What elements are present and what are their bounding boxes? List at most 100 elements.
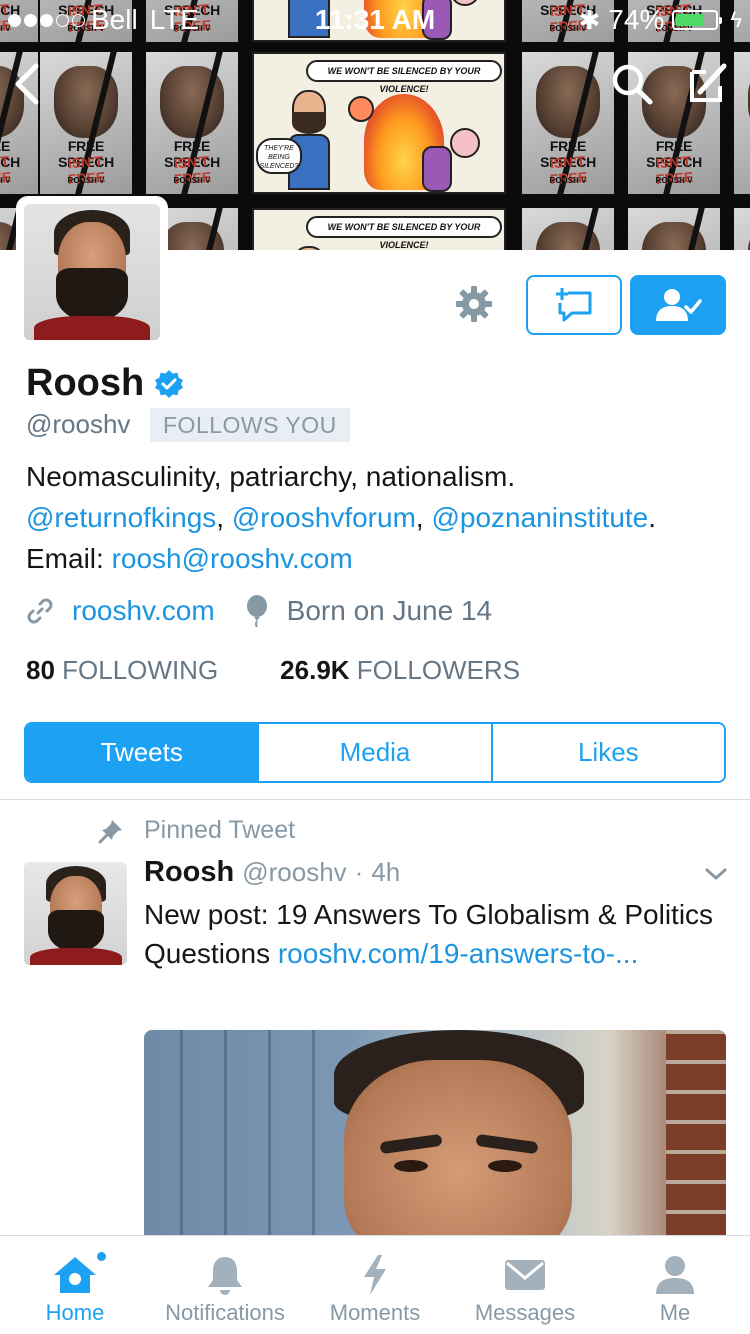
follows-you-badge: FOLLOWS YOU: [150, 408, 350, 442]
email-link[interactable]: roosh@rooshv.com: [112, 543, 353, 574]
person-check-icon: [656, 289, 702, 321]
comic-speech-bubble: THEY'RE BEING SILENCED?: [256, 138, 302, 174]
compose-icon: [690, 63, 727, 102]
envelope-icon: [505, 1260, 545, 1290]
tab-likes[interactable]: Likes: [492, 724, 724, 781]
tabbar-moments[interactable]: Moments: [300, 1236, 450, 1334]
banner-poster: FREE SPEECHISN'T FREEROOSH V: [734, 208, 750, 250]
direct-message-button[interactable]: [526, 275, 622, 335]
banner-poster: FREE SPEECHISN'T FREEROOSH V: [40, 52, 132, 194]
compose-button[interactable]: [684, 60, 730, 111]
birthday-text: Born on June 14: [286, 595, 493, 626]
poster-text: ROOSH V: [549, 176, 587, 185]
display-name: Roosh: [26, 362, 145, 404]
mention-link[interactable]: @rooshvforum: [232, 502, 416, 533]
avatar-photo: [24, 204, 160, 340]
search-icon: [612, 64, 653, 105]
poster-text: ROOSH V: [0, 176, 11, 185]
banner-poster: FREE SPEECHISN'T FREEROOSH V: [734, 52, 750, 194]
status-bar: Bell LTE 11:31 AM ✱ 74% ϟ: [0, 0, 750, 40]
profile-stats: 80 FOLLOWING 26.9K FOLLOWERS: [26, 655, 520, 686]
link-icon: [27, 598, 53, 624]
banner-poster: FREE SPEECHISN'T FREEROOSH V: [628, 208, 720, 250]
mention-link[interactable]: @returnofkings: [26, 502, 216, 533]
banner-comic: WE WON'T BE SILENCED BY YOUR VIOLENCE! TH…: [252, 52, 506, 194]
tweet-options-button[interactable]: [704, 866, 728, 887]
tabbar-label: Me: [659, 1300, 691, 1325]
tabbar-me[interactable]: Me: [600, 1236, 750, 1334]
comic-speech-bubble: WE WON'T BE SILENCED BY YOUR VIOLENCE!: [306, 60, 502, 94]
bluetooth-icon: ✱: [578, 4, 601, 35]
poster-text: ROOSH V: [655, 176, 693, 185]
tweet-text: New post: 19 Answers To Globalism & Poli…: [144, 895, 734, 973]
birthday-item: Born on June 14: [245, 595, 493, 627]
bio-mentions: @returnofkings, @rooshvforum, @poznanins…: [26, 502, 657, 533]
profile-name: Roosh: [26, 362, 184, 405]
home-icon: [54, 1257, 96, 1293]
profile-handle: @rooshv: [26, 409, 131, 439]
banner-poster: FREE SPEECHISN'T FREEROOSH V: [522, 52, 614, 194]
lightning-icon: [364, 1255, 386, 1295]
profile-meta: rooshv.com Born on June 14: [26, 595, 492, 627]
bottom-tab-bar: Home Notifications Moments Messages Me: [0, 1235, 750, 1334]
profile-bio: Neomasculinity, patriarchy, nationalism.…: [26, 456, 736, 579]
message-add-icon: [556, 288, 592, 322]
battery-icon: [672, 10, 723, 30]
tweet-author-name[interactable]: Roosh: [144, 856, 234, 889]
tabbar-notifications[interactable]: Notifications: [150, 1236, 300, 1334]
banner-poster: FREE SPEECHISN'T FREEROOSH V: [522, 208, 614, 250]
tweet-separator: ·: [354, 857, 364, 887]
followers-stat[interactable]: 26.9K FOLLOWERS: [280, 655, 520, 686]
tweet-header: Roosh @rooshv · 4h: [144, 856, 400, 889]
following-button[interactable]: [630, 275, 726, 335]
tab-media[interactable]: Media: [259, 724, 493, 781]
tabbar-label: Moments: [329, 1300, 421, 1325]
tabbar-label: Messages: [474, 1300, 576, 1325]
section-divider: [0, 799, 750, 800]
tabbar-label: Home: [45, 1300, 105, 1325]
followers-count: 26.9K: [280, 655, 350, 685]
website-link[interactable]: rooshv.com: [72, 595, 215, 627]
battery-percent: 74%: [608, 4, 665, 35]
gear-icon: [456, 286, 492, 322]
tweet-media-image[interactable]: [144, 1030, 726, 1240]
tweet-author-avatar[interactable]: [24, 862, 127, 965]
bell-icon: [208, 1257, 242, 1295]
back-button[interactable]: [12, 62, 42, 111]
new-content-dot: [95, 1250, 108, 1263]
bio-email: Email: roosh@rooshv.com: [26, 543, 353, 574]
search-button[interactable]: [610, 62, 654, 111]
pinned-label: Pinned Tweet: [144, 816, 296, 844]
pinned-indicator: Pinned Tweet: [98, 816, 295, 845]
website-item: rooshv.com: [26, 595, 215, 627]
profile-tabs: Tweets Media Likes: [24, 722, 726, 783]
tweet-age: 4h: [371, 857, 401, 887]
balloon-icon: [246, 595, 267, 627]
tab-tweets[interactable]: Tweets: [26, 724, 260, 781]
chevron-down-icon: [705, 868, 727, 880]
charging-icon: ϟ: [730, 7, 742, 32]
poster-text: ROOSH V: [173, 176, 211, 185]
following-stat[interactable]: 80 FOLLOWING: [26, 655, 218, 686]
poster-text: ROOSH V: [734, 176, 750, 185]
tweet-link[interactable]: rooshv.com/19-answers-to-...: [278, 938, 639, 969]
followers-label: FOLLOWERS: [356, 655, 521, 685]
settings-button[interactable]: [448, 278, 500, 330]
tweet-author-handle: @rooshv: [242, 857, 347, 887]
banner-poster: FREE SPEECHISN'T FREEROOSH V: [146, 52, 238, 194]
comic-speech-bubble: WE WON'T BE SILENCED BY YOUR VIOLENCE!: [306, 216, 502, 250]
tabbar-messages[interactable]: Messages: [450, 1236, 600, 1334]
banner-comic: WE WON'T BE SILENCED BY YOUR VIOLENCE!: [252, 208, 506, 250]
tabbar-home[interactable]: Home: [0, 1236, 150, 1334]
following-count: 80: [26, 655, 55, 685]
profile-avatar[interactable]: [16, 196, 168, 348]
person-icon: [656, 1256, 694, 1294]
mention-link[interactable]: @poznaninstitute: [431, 502, 648, 533]
tabbar-label: Notifications: [165, 1300, 285, 1325]
poster-text: ROOSH V: [67, 176, 105, 185]
bio-text: Neomasculinity, patriarchy, nationalism.: [26, 461, 516, 492]
pin-icon: [98, 819, 122, 843]
chevron-left-icon: [15, 63, 39, 105]
verified-badge-icon: [155, 369, 184, 398]
following-label: FOLLOWING: [62, 655, 219, 685]
